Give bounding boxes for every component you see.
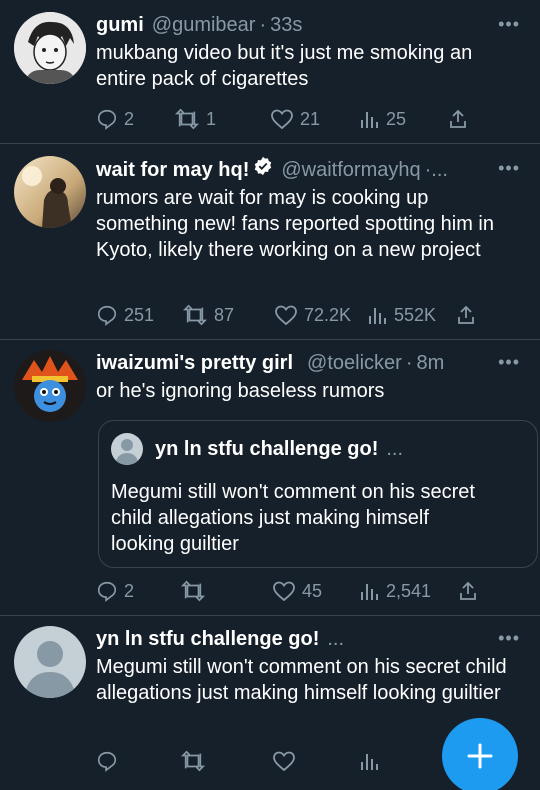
tweet-text: rumors are wait for may is cooking up so… [96,187,494,261]
tweet-2[interactable]: wait for may hq! @waitformayhq ·... ••• … [0,144,540,340]
display-name[interactable]: wait for may hq! [96,157,249,183]
default-avatar-icon [111,433,143,465]
reply-button[interactable]: 2 [96,580,180,602]
reply-count: 251 [124,304,155,325]
plus-icon [467,743,493,769]
views-button[interactable]: 552K [368,304,456,326]
reply-icon [97,581,117,602]
retweet-button[interactable] [180,750,272,772]
share-icon [458,305,474,324]
reply-icon [97,109,117,130]
retweet-button[interactable]: 1 [174,108,270,130]
default-avatar-icon [14,626,86,698]
display-name[interactable]: gumi [96,12,144,38]
handle[interactable]: @gumibear [152,12,256,38]
display-name[interactable]: yn ln stfu challenge go! [96,626,319,652]
reply-button[interactable]: 2 [96,108,174,130]
views-button[interactable] [360,750,448,772]
views-icon [361,584,378,600]
avatar[interactable] [14,350,86,422]
view-count: 2,541 [386,580,432,601]
reply-icon [97,751,117,772]
view-count: 552K [394,304,437,325]
retweet-icon [180,750,206,772]
like-count: 21 [300,108,321,129]
reply-count: 2 [124,108,135,129]
tweet-3[interactable]: iwaizumi's pretty girl @toelicker · 8m •… [0,340,540,616]
views-button[interactable]: 25 [360,108,448,130]
manga-avatar-icon [14,12,86,84]
retweet-count: 87 [214,304,235,325]
quoted-text: Megumi still won't comment on his secret… [111,481,475,555]
timestamp[interactable]: 8m [416,350,444,376]
avatar[interactable] [14,156,86,228]
more-options-icon[interactable]: ••• [498,158,520,179]
character-avatar-icon [14,350,86,422]
avatar[interactable] [14,626,86,698]
views-icon [369,308,386,324]
reply-icon [97,305,117,326]
retweet-button[interactable] [180,580,272,602]
handle[interactable]: ... [327,626,344,652]
tweet-text: or he's ignoring baseless rumors [96,380,385,402]
retweet-icon [180,580,206,602]
like-button[interactable] [272,750,360,772]
like-button[interactable]: 21 [270,108,360,130]
reply-button[interactable] [96,750,180,772]
view-count: 25 [386,108,407,129]
heart-icon [273,581,295,602]
sunset-avatar-icon [14,156,86,228]
like-count: 45 [302,580,323,601]
reply-count: 2 [124,580,135,601]
like-button[interactable]: 72.2K [274,304,368,326]
handle[interactable]: @toelicker [307,350,402,376]
share-icon [450,109,466,128]
display-name[interactable]: iwaizumi's pretty girl [96,350,293,376]
quoted-ellipsis: ... [386,437,404,460]
more-options-icon[interactable]: ••• [498,352,520,373]
views-button[interactable]: 2,541 [360,580,458,602]
retweet-icon [182,304,208,326]
views-icon [361,112,378,128]
heart-icon [275,305,297,326]
retweet-button[interactable]: 87 [182,304,274,326]
views-icon [361,754,378,770]
like-count: 72.2K [304,304,352,325]
avatar[interactable] [14,12,86,84]
timestamp[interactable]: 33s [270,12,302,38]
share-button[interactable] [448,108,468,130]
more-options-icon[interactable]: ••• [498,628,520,649]
separator: · [259,14,267,36]
retweet-count: 1 [206,108,217,129]
handle[interactable]: @waitformayhq [281,157,420,183]
share-button[interactable] [456,304,476,326]
more-options-icon[interactable]: ••• [498,14,520,35]
separator: · [405,352,413,374]
quoted-display-name: yn ln stfu challenge go! [155,437,379,460]
quoted-tweet[interactable]: yn ln stfu challenge go! ... Megumi stil… [98,420,538,568]
like-button[interactable]: 45 [272,580,360,602]
share-button[interactable] [458,580,478,602]
reply-button[interactable]: 251 [96,304,182,326]
retweet-icon [174,108,200,130]
tweet-text: mukbang video but it's just me smoking a… [96,42,473,90]
share-icon [460,581,476,600]
tweet-1[interactable]: gumi @gumibear · 33s ••• mukbang video b… [0,0,540,144]
heart-icon [271,109,293,130]
heart-icon [273,751,295,772]
separator: ·... [424,159,448,181]
compose-tweet-button[interactable] [442,718,518,790]
verified-badge-icon [255,156,272,176]
quoted-avatar [111,433,143,465]
tweet-text: Megumi still won't comment on his secret… [96,656,507,704]
